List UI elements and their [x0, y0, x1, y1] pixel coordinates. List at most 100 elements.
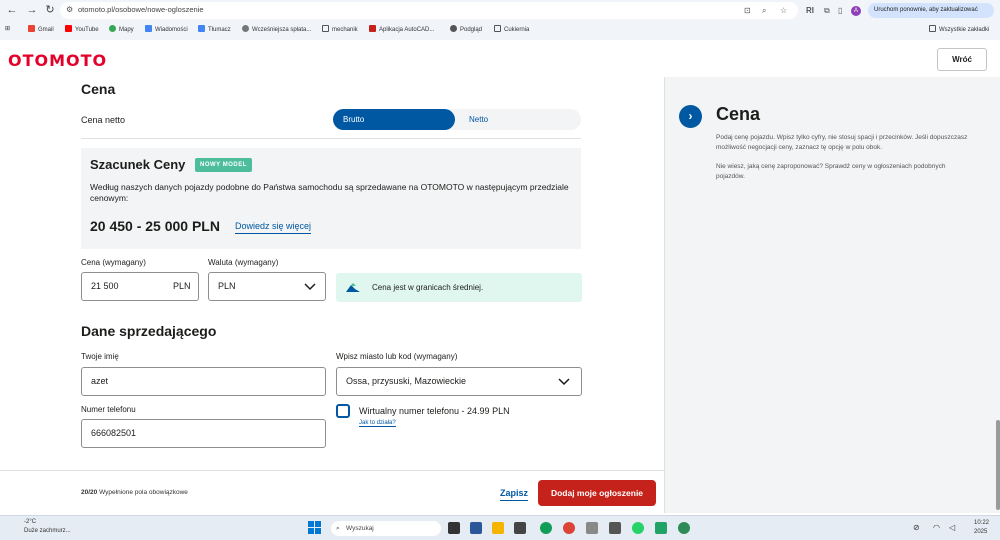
terminal-icon[interactable] [514, 522, 526, 534]
bookmark-early-repayment[interactable]: Wcześniejsza spłata... [242, 25, 311, 33]
weather-temp[interactable]: -2°C [24, 519, 36, 525]
reload-icon[interactable]: ↻ [43, 3, 57, 17]
address-bar[interactable]: ⚙ otomoto.pl/osobowe/nowe-ogloszenie ⊡ ⌕… [60, 2, 798, 19]
chevron-right-icon[interactable]: › [679, 105, 702, 128]
reader-icon[interactable]: RI [806, 6, 814, 15]
autocad-icon [369, 25, 376, 32]
extensions-icon[interactable]: ⧉ [824, 6, 830, 16]
currency-label: Waluta (wymagany) [208, 258, 279, 267]
youtube-icon [65, 25, 72, 32]
bookmark-autocad[interactable]: Aplikacja AutoCAD... [369, 25, 434, 33]
edge-icon[interactable] [540, 522, 552, 534]
bookmark-maps[interactable]: Mapy [109, 25, 134, 33]
clock-time[interactable]: 10:22 [974, 520, 989, 526]
volume-icon[interactable]: ◁ [949, 523, 955, 532]
whatsapp-icon[interactable] [632, 522, 644, 534]
clock-date[interactable]: 2025 [974, 529, 987, 535]
zoom-icon[interactable]: ⌕ [762, 6, 766, 16]
maps-icon [109, 25, 116, 32]
chevron-down-icon [303, 273, 317, 311]
windows-start-icon[interactable] [308, 521, 322, 535]
gmail-icon [28, 25, 35, 32]
notepad-icon[interactable] [586, 522, 598, 534]
chevron-down-icon [557, 368, 571, 406]
browser-chrome: ← → ↻ ⚙ otomoto.pl/osobowe/nowe-ogloszen… [0, 0, 1000, 40]
toggle-brutto[interactable]: Brutto [333, 109, 455, 130]
restart-update-button[interactable]: Uruchom ponownie, aby zaktualizować [868, 3, 994, 18]
bookmark-star-icon[interactable]: ☆ [780, 6, 787, 15]
save-button[interactable]: Zapisz [500, 488, 529, 501]
bookmark-gmail[interactable]: Gmail [28, 25, 54, 33]
city-value: Ossa, przysuski, Mazowieckie [346, 376, 467, 386]
folder-icon[interactable] [492, 522, 504, 534]
bookmark-news[interactable]: Wiadomości [145, 25, 188, 33]
profile-avatar[interactable]: A [851, 6, 861, 16]
install-icon[interactable]: ⊡ [744, 6, 751, 15]
taskbar-search[interactable]: ⌕ Wyszukaj [331, 521, 441, 536]
submit-listing-button[interactable]: Dodaj moje ogłoszenie [538, 480, 656, 506]
name-input[interactable]: azet [81, 367, 326, 396]
learn-more-link[interactable]: Dowiedz się więcej [235, 221, 312, 234]
how-it-works-link[interactable]: Jak to działa? [359, 420, 396, 427]
folder-icon [929, 25, 936, 32]
side-panel-icon[interactable]: ▯ [838, 6, 842, 15]
price-info-banner: Cena jest w granicach średniej. [336, 273, 582, 302]
chart-icon [346, 281, 360, 299]
url-text[interactable]: otomoto.pl/osobowe/nowe-ogloszenie [78, 5, 204, 14]
name-value: azet [91, 376, 109, 386]
notifications-icon[interactable]: ⊘ [913, 523, 920, 532]
otomoto-logo[interactable]: OTOMOTO [8, 51, 107, 70]
price-section-title: Cena [81, 81, 116, 97]
seller-section-title: Dane sprzedającego [81, 323, 217, 339]
bookmark-cukiernia[interactable]: Cukiernia [494, 25, 529, 33]
preview-icon [450, 25, 457, 32]
bookmark-preview[interactable]: Podgląd [450, 25, 482, 33]
phone-input[interactable]: 666082501 [81, 419, 326, 448]
task-view-icon[interactable] [448, 522, 460, 534]
estimate-title: Szacunek Ceny [90, 157, 186, 172]
city-select[interactable]: Ossa, przysuski, Mazowieckie [336, 367, 582, 396]
excel-icon[interactable] [655, 522, 667, 534]
price-value: 21 500 [91, 281, 119, 291]
currency-select[interactable]: PLN [208, 272, 326, 301]
bookmarks-bar: ⊞ Gmail YouTube Mapy Wiadomości Tłumacz … [0, 23, 1000, 37]
scrollbar[interactable] [996, 420, 1000, 510]
bookmark-mechanic[interactable]: mechanik [322, 25, 358, 33]
name-label: Twoje imię [81, 352, 119, 361]
news-icon [145, 25, 152, 32]
price-input[interactable]: 21 500 PLN [81, 272, 199, 301]
sidebar-text-2: Nie wiesz, jaką cenę zaproponować? Spraw… [716, 163, 946, 180]
price-info-text: Cena jest w granicach średniej. [372, 283, 484, 292]
calculator-icon[interactable] [609, 522, 621, 534]
progress-status: 20/20 Wypełnione pola obowiązkowe [81, 489, 188, 496]
price-label: Cena (wymagany) [81, 258, 146, 267]
net-price-label: Cena netto [81, 115, 126, 125]
all-bookmarks[interactable]: Wszystkie zakładki [929, 25, 989, 33]
estimate-description: Według naszych danych pojazdy podobne do… [90, 182, 569, 203]
estimate-range: 20 450 - 25 000 PLN [90, 218, 220, 234]
phone-label: Numer telefonu [81, 405, 136, 414]
virtual-number-label: Wirtualny numer telefonu - 24.99 PLN [359, 406, 510, 416]
folder-icon [322, 25, 329, 32]
weather-text[interactable]: Duże zachmurz... [24, 528, 71, 534]
search-icon: ⌕ [336, 525, 340, 532]
price-unit: PLN [173, 281, 191, 291]
toggle-netto[interactable]: Netto [469, 109, 488, 130]
sidebar-title: Cena [716, 104, 761, 124]
app-icon[interactable] [678, 522, 690, 534]
phone-value: 666082501 [91, 428, 137, 438]
currency-value: PLN [218, 281, 236, 291]
back-button[interactable]: Wróć [937, 48, 987, 71]
site-info-icon[interactable]: ⚙ [66, 5, 73, 14]
folder-icon [494, 25, 501, 32]
apps-icon[interactable]: ⊞ [5, 25, 10, 32]
back-icon[interactable]: ← [5, 3, 19, 17]
virtual-number-checkbox[interactable] [336, 404, 350, 418]
bookmark-youtube[interactable]: YouTube [65, 25, 99, 33]
wifi-icon[interactable]: ◠ [933, 523, 940, 532]
bookmark-translate[interactable]: Tłumacz [198, 25, 231, 33]
file-explorer-icon[interactable] [470, 522, 482, 534]
taskbar: -2°C Duże zachmurz... ⌕ Wyszukaj ⊘ ◠ ◁ 1… [0, 515, 1000, 540]
chrome-icon[interactable] [563, 522, 575, 534]
forward-icon[interactable]: → [25, 3, 39, 17]
